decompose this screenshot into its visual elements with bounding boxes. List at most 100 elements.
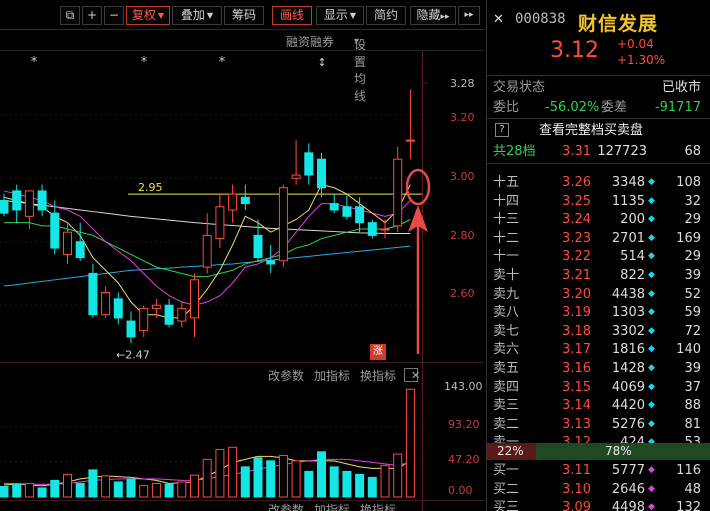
volume-bar-up[interactable] [139,485,149,498]
candle[interactable] [126,311,136,344]
bid-level-row[interactable]: 买一 3.11 5777 ◆ 116 [487,461,710,480]
candle[interactable] [113,292,123,325]
candle[interactable] [278,184,288,268]
ask-level-row[interactable]: 卖七 3.18 3302 ◆ 72 [487,322,710,341]
candle[interactable] [12,184,22,223]
candle[interactable] [190,273,199,337]
ask-level-row[interactable]: 卖八 3.19 1303 ◆ 59 [487,303,710,322]
candle[interactable] [228,184,238,223]
volume-bar-down[interactable] [0,485,9,498]
volume-bar-up[interactable] [63,473,72,498]
volume-bar-down[interactable] [12,483,22,498]
candle[interactable] [380,219,390,239]
candle[interactable] [50,200,60,255]
candle-body-up [101,292,111,316]
ask-level-row[interactable]: 卖九 3.20 4438 ◆ 52 [487,285,710,304]
candle[interactable] [164,298,174,328]
add-indicator-link[interactable]: 加指标 [314,367,350,384]
bid-level-row[interactable]: 买二 3.10 2646 ◆ 48 [487,480,710,499]
bid-level-row[interactable]: 买三 3.09 4498 ◆ 132 [487,498,710,511]
candle[interactable] [393,146,403,233]
volume-bar-down[interactable] [75,482,85,498]
event-star-mark[interactable]: * [31,55,38,70]
candle-body-up [228,193,238,211]
volume-bar-down[interactable] [164,483,174,498]
ask-level-row[interactable]: 卖四 3.15 4069 ◆ 37 [487,378,710,397]
event-arrow-mark[interactable]: ↕ [317,56,326,69]
volume-bar-up[interactable] [215,449,225,498]
candle[interactable] [291,140,301,185]
volume-bar-down[interactable] [126,478,136,498]
volume-bar-up[interactable] [202,458,212,498]
switch-indicator-link[interactable]: 换指标 [360,367,396,384]
volume-bar-up[interactable] [177,481,187,498]
candle[interactable] [355,197,365,233]
volume-bar-up[interactable] [291,460,301,498]
diamond-icon: ◆ [648,483,655,494]
volume-bar-down[interactable] [355,473,365,498]
full-book-link[interactable]: 查看完整档买卖盘 [539,121,643,140]
candle[interactable] [405,89,415,160]
ask-level-row[interactable]: 卖三 3.14 4420 ◆ 88 [487,396,710,415]
level-label: 十二 [493,230,520,246]
edit-params-link[interactable]: 改参数 [268,367,304,384]
candle[interactable] [101,286,111,318]
ask-level-row[interactable]: 卖六 3.17 1816 ◆ 140 [487,340,710,359]
ask-level-row[interactable]: 卖二 3.13 5276 ◆ 81 [487,415,710,434]
candle[interactable] [253,219,263,261]
edit-params-link[interactable]: 改参数 [268,501,304,511]
close-icon[interactable]: ✕ [493,12,504,27]
volume-bar-up[interactable] [278,455,288,498]
candlestick-chart[interactable]: * * * ↕ 2.95 ←2.47 3.28 3.20 3.00 2.80 2… [0,0,484,511]
ask-level-row[interactable]: 十二 3.23 2701 ◆ 169 [487,229,710,248]
volume-bar-up[interactable] [393,453,403,498]
ask-level-row[interactable]: 十四 3.25 1135 ◆ 32 [487,192,710,211]
volume-bar-down[interactable] [253,457,263,498]
ask-level-row[interactable]: 十三 3.24 200 ◆ 29 [487,210,710,229]
volume-bar-up[interactable] [24,482,34,498]
event-star-mark[interactable]: * [219,55,226,70]
volume-bar-down[interactable] [88,469,98,498]
volume-bar-down[interactable] [240,466,250,498]
candle[interactable] [37,184,47,217]
close-indicator-button[interactable]: ✕ [404,368,420,382]
level-price: 3.20 [562,286,591,302]
volume-bar-up[interactable] [151,482,161,498]
event-star-mark[interactable]: * [141,55,148,70]
volume-bar-down[interactable] [304,470,314,498]
candle[interactable] [139,305,149,337]
candle[interactable] [342,194,352,220]
full-book-row[interactable]: ? 查看完整档买卖盘 [487,121,710,140]
volume-bar-down[interactable] [50,479,60,498]
volume-bar-up[interactable] [190,474,199,498]
add-indicator-link[interactable]: 加指标 [314,501,350,511]
candle[interactable] [367,219,377,239]
volume-bar-down[interactable] [317,451,326,498]
ask-level-row[interactable]: 十一 3.22 514 ◆ 29 [487,247,710,266]
candle[interactable] [202,213,212,274]
volume-bar-down[interactable] [113,481,123,498]
volume-bar-up[interactable] [380,464,390,498]
candle[interactable] [63,222,72,264]
help-icon[interactable]: ? [495,123,509,137]
candle[interactable] [329,194,339,214]
volume-bar-down[interactable] [266,460,276,498]
volume-bar-down[interactable] [342,470,352,498]
volume-bar-down[interactable] [37,487,47,498]
volume-bar-down[interactable] [329,466,339,498]
volume-bar-down[interactable] [367,476,377,498]
candle[interactable] [177,302,187,328]
switch-indicator-link[interactable]: 换指标 [360,501,396,511]
candle[interactable] [88,263,98,318]
volume-bar-up[interactable] [228,446,238,498]
volume-bar-up[interactable] [101,475,111,498]
volume-bar-up[interactable] [405,388,415,498]
candle[interactable] [240,184,250,210]
ask-level-row[interactable]: 卖十 3.21 822 ◆ 39 [487,266,710,285]
level-volume: 200 [620,212,645,228]
ask-level-row[interactable]: 十五 3.26 3348 ◆ 108 [487,173,710,192]
candle[interactable] [0,194,9,217]
candle[interactable] [75,222,85,261]
candle[interactable] [215,194,225,249]
ask-level-row[interactable]: 卖五 3.16 1428 ◆ 39 [487,359,710,378]
